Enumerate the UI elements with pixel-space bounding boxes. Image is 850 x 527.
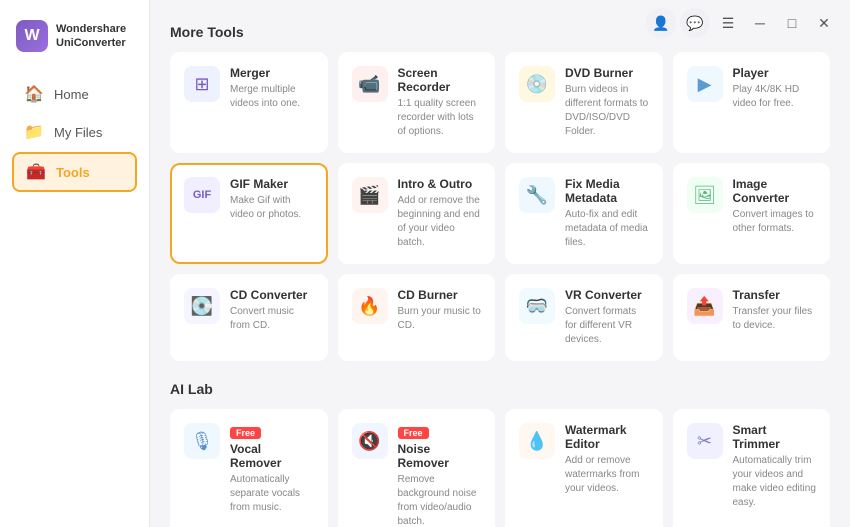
player-icon: ▶ (687, 66, 723, 102)
gif-maker-icon: GIF (184, 177, 220, 213)
sidebar-nav: 🏠 Home 📁 My Files 🧰 Tools (0, 68, 149, 200)
merger-name: Merger (230, 66, 314, 80)
vocal-remover-desc: Automatically separate vocals from music… (230, 473, 314, 515)
noise-remover-desc: Remove background noise from video/audio… (398, 473, 482, 527)
sidebar-item-tools[interactable]: 🧰 Tools (12, 152, 137, 192)
fix-metadata-desc: Auto-fix and edit metadata of media file… (565, 208, 649, 250)
more-tools-grid: ⊞ Merger Merge multiple videos into one.… (170, 52, 830, 361)
tool-fix-metadata[interactable]: 🔧 Fix Media Metadata Auto-fix and edit m… (505, 163, 663, 264)
tool-merger[interactable]: ⊞ Merger Merge multiple videos into one. (170, 52, 328, 153)
image-converter-name: Image Converter (733, 177, 817, 205)
vr-converter-icon: 🥽 (519, 288, 555, 324)
merger-desc: Merge multiple videos into one. (230, 83, 314, 111)
ai-lab-section: AI Lab 🎙 Free Vocal Remover Automaticall… (170, 381, 830, 527)
smart-trimmer-desc: Automatically trim your videos and make … (733, 454, 817, 510)
fix-metadata-icon: 🔧 (519, 177, 555, 213)
cd-converter-icon: 💽 (184, 288, 220, 324)
cd-burner-icon: 🔥 (352, 288, 388, 324)
tool-watermark-editor[interactable]: 💧 Watermark Editor Add or remove waterma… (505, 409, 663, 527)
tools-icon: 🧰 (26, 162, 46, 182)
minimize-button[interactable]: ─ (746, 9, 774, 37)
cd-converter-name: CD Converter (230, 288, 314, 302)
logo-icon: W (16, 20, 48, 52)
noise-remover-name: Noise Remover (398, 442, 482, 470)
tool-transfer[interactable]: 📤 Transfer Transfer your files to device… (673, 274, 831, 361)
tool-gif-maker[interactable]: GIF GIF Maker Make Gif with video or pho… (170, 163, 328, 264)
menu-button[interactable]: ☰ (714, 9, 742, 37)
files-icon: 📁 (24, 122, 44, 142)
player-desc: Play 4K/8K HD video for free. (733, 83, 817, 111)
chat-icon-button[interactable]: 💬 (680, 8, 710, 38)
cd-burner-desc: Burn your music to CD. (398, 305, 482, 333)
tool-noise-remover[interactable]: 🔇 Free Noise Remover Remove background n… (338, 409, 496, 527)
screen-recorder-icon: 📹 (352, 66, 388, 102)
app-logo: W Wondershare UniConverter (0, 12, 149, 68)
main-content: 👤 💬 ☰ ─ □ ✕ More Tools ⊞ Merger Merge mu… (150, 0, 850, 527)
vocal-remover-name: Vocal Remover (230, 442, 314, 470)
image-converter-icon: 🖼 (687, 177, 723, 213)
tool-image-converter[interactable]: 🖼 Image Converter Convert images to othe… (673, 163, 831, 264)
intro-outro-desc: Add or remove the beginning and end of y… (398, 194, 482, 250)
watermark-editor-name: Watermark Editor (565, 423, 649, 451)
intro-outro-icon: 🎬 (352, 177, 388, 213)
watermark-editor-desc: Add or remove watermarks from your video… (565, 454, 649, 496)
noise-remover-badge: Free (398, 427, 429, 439)
more-tools-section: More Tools ⊞ Merger Merge multiple video… (170, 24, 830, 361)
cd-burner-name: CD Burner (398, 288, 482, 302)
tool-cd-burner[interactable]: 🔥 CD Burner Burn your music to CD. (338, 274, 496, 361)
smart-trimmer-icon: ✂ (687, 423, 723, 459)
fix-metadata-name: Fix Media Metadata (565, 177, 649, 205)
dvd-burner-icon: 💿 (519, 66, 555, 102)
sidebar-item-myfiles[interactable]: 📁 My Files (12, 114, 137, 150)
ai-lab-title: AI Lab (170, 381, 830, 397)
gif-maker-name: GIF Maker (230, 177, 314, 191)
cd-converter-desc: Convert music from CD. (230, 305, 314, 333)
intro-outro-name: Intro & Outro (398, 177, 482, 191)
gif-maker-desc: Make Gif with video or photos. (230, 194, 314, 222)
tool-vr-converter[interactable]: 🥽 VR Converter Convert formats for diffe… (505, 274, 663, 361)
sidebar-item-home[interactable]: 🏠 Home (12, 76, 137, 112)
dvd-burner-desc: Burn videos in different formats to DVD/… (565, 83, 649, 139)
user-icon-button[interactable]: 👤 (646, 8, 676, 38)
maximize-button[interactable]: □ (778, 9, 806, 37)
image-converter-desc: Convert images to other formats. (733, 208, 817, 236)
vr-converter-name: VR Converter (565, 288, 649, 302)
vocal-remover-icon: 🎙 (184, 423, 220, 459)
watermark-editor-icon: 💧 (519, 423, 555, 459)
tool-smart-trimmer[interactable]: ✂ Smart Trimmer Automatically trim your … (673, 409, 831, 527)
player-name: Player (733, 66, 817, 80)
tool-cd-converter[interactable]: 💽 CD Converter Convert music from CD. (170, 274, 328, 361)
smart-trimmer-name: Smart Trimmer (733, 423, 817, 451)
sidebar: W Wondershare UniConverter 🏠 Home 📁 My F… (0, 0, 150, 527)
tool-dvd-burner[interactable]: 💿 DVD Burner Burn videos in different fo… (505, 52, 663, 153)
tool-vocal-remover[interactable]: 🎙 Free Vocal Remover Automatically separ… (170, 409, 328, 527)
transfer-icon: 📤 (687, 288, 723, 324)
home-icon: 🏠 (24, 84, 44, 104)
dvd-burner-name: DVD Burner (565, 66, 649, 80)
sidebar-item-myfiles-label: My Files (54, 125, 102, 140)
logo-text: Wondershare UniConverter (56, 22, 126, 51)
screen-recorder-name: Screen Recorder (398, 66, 482, 94)
tool-screen-recorder[interactable]: 📹 Screen Recorder 1:1 quality screen rec… (338, 52, 496, 153)
titlebar: 👤 💬 ☰ ─ □ ✕ (634, 0, 850, 46)
noise-remover-icon: 🔇 (352, 423, 388, 459)
transfer-name: Transfer (733, 288, 817, 302)
tool-intro-outro[interactable]: 🎬 Intro & Outro Add or remove the beginn… (338, 163, 496, 264)
vr-converter-desc: Convert formats for different VR devices… (565, 305, 649, 347)
sidebar-item-tools-label: Tools (56, 165, 90, 180)
screen-recorder-desc: 1:1 quality screen recorder with lots of… (398, 97, 482, 139)
ai-lab-grid: 🎙 Free Vocal Remover Automatically separ… (170, 409, 830, 527)
vocal-remover-badge: Free (230, 427, 261, 439)
merger-icon: ⊞ (184, 66, 220, 102)
close-button[interactable]: ✕ (810, 9, 838, 37)
transfer-desc: Transfer your files to device. (733, 305, 817, 333)
tool-player[interactable]: ▶ Player Play 4K/8K HD video for free. (673, 52, 831, 153)
sidebar-item-home-label: Home (54, 87, 89, 102)
